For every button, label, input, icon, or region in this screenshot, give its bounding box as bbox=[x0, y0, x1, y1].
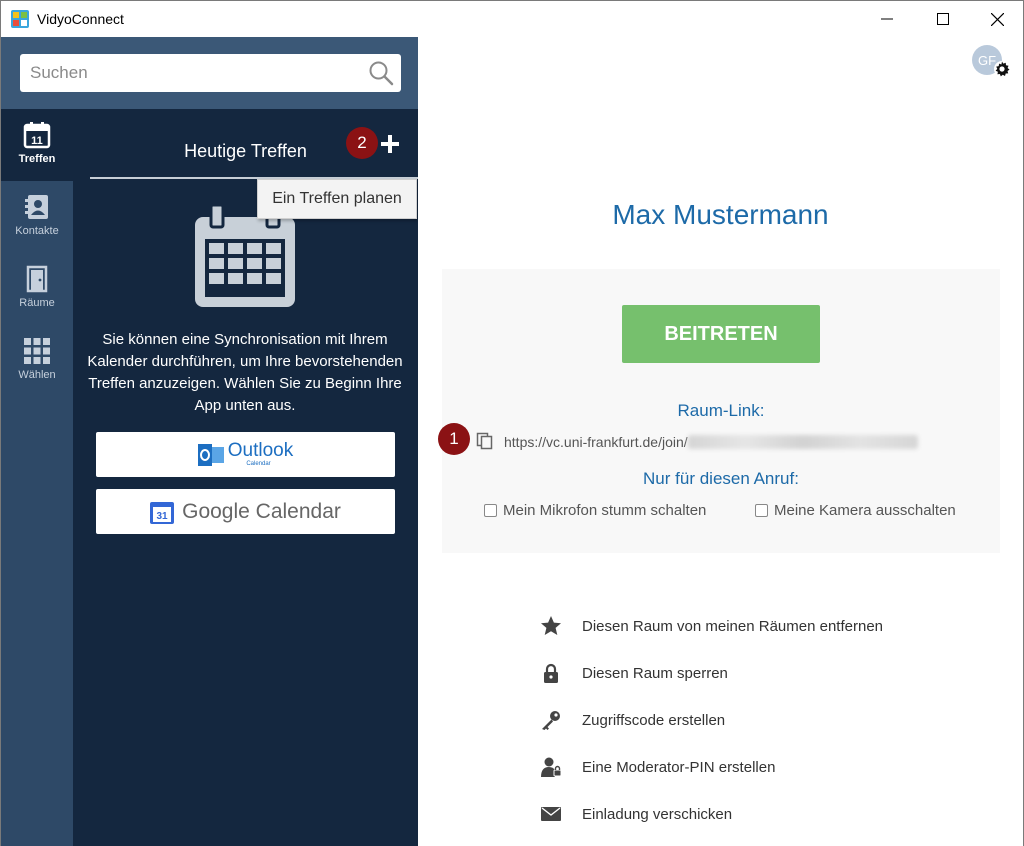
annotation-badge-1: 1 bbox=[438, 423, 470, 455]
maximize-icon bbox=[937, 13, 949, 25]
remove-room-action[interactable]: Diesen Raum von meinen Räumen entfernen bbox=[540, 611, 883, 641]
nav-label: Kontakte bbox=[15, 225, 59, 237]
call-options-label: Nur für diesen Anruf: bbox=[643, 469, 799, 488]
sync-description: Sie können eine Synchronisation mit Ihre… bbox=[87, 331, 403, 414]
checkbox-box[interactable] bbox=[755, 504, 768, 517]
nav-label: Räume bbox=[19, 297, 55, 309]
mail-icon bbox=[541, 807, 561, 821]
nav-rail: 11 Treffen Kontakte Räume Wählen bbox=[1, 109, 73, 846]
mute-mic-label: Mein Mikrofon stumm schalten bbox=[503, 502, 707, 519]
action-label: Diesen Raum von meinen Räumen entfernen bbox=[582, 617, 884, 635]
left-panel: 11 Treffen Kontakte bbox=[1, 37, 418, 846]
app-window: VidyoConnect Suchen 11 Treffen Kontakte … bbox=[0, 0, 1024, 846]
close-button[interactable] bbox=[973, 1, 1021, 37]
google-label: Google Calendar bbox=[182, 499, 341, 523]
outlook-calendar-button[interactable]: Outlook Calendar bbox=[96, 432, 395, 477]
minimize-icon bbox=[881, 18, 893, 20]
action-label: Zugriffscode erstellen bbox=[582, 711, 726, 729]
window-title: VidyoConnect bbox=[37, 11, 124, 27]
room-link-label: Raum-Link: bbox=[677, 401, 765, 420]
room-name: Max Mustermann bbox=[612, 199, 829, 230]
google-calendar-button[interactable]: 31 Google Calendar bbox=[96, 489, 395, 534]
contacts-icon bbox=[25, 195, 48, 219]
close-icon bbox=[990, 12, 1004, 26]
title-bar: VidyoConnect bbox=[1, 1, 1023, 37]
nav-label: Treffen bbox=[18, 153, 56, 165]
room-link-url[interactable]: https://vc.uni-frankfurt.de/join/ bbox=[504, 434, 918, 450]
search-input[interactable] bbox=[20, 54, 360, 92]
calendar-icon: 11 bbox=[23, 122, 51, 149]
action-label: Einladung verschicken bbox=[582, 805, 733, 823]
checkbox-box[interactable] bbox=[484, 504, 497, 517]
add-meeting-tooltip: Ein Treffen planen bbox=[257, 179, 417, 219]
camera-off-checkbox[interactable]: Meine Kamera ausschalten bbox=[755, 502, 956, 519]
search-area bbox=[1, 37, 418, 109]
camera-off-label: Meine Kamera ausschalten bbox=[774, 502, 956, 519]
copy-link-icon[interactable] bbox=[476, 432, 494, 450]
send-invite-action[interactable]: Einladung verschicken bbox=[540, 799, 732, 829]
door-icon bbox=[26, 265, 48, 293]
gear-icon[interactable] bbox=[993, 60, 1011, 78]
nav-item-treffen[interactable]: 11 Treffen bbox=[1, 109, 73, 181]
search-box bbox=[20, 54, 401, 92]
room-link-text: https://vc.uni-frankfurt.de/join/ bbox=[504, 434, 688, 450]
moderator-pin-action[interactable]: Eine Moderator-PIN erstellen bbox=[540, 752, 775, 782]
add-meeting-icon[interactable] bbox=[379, 133, 401, 155]
action-label: Diesen Raum sperren bbox=[582, 664, 728, 682]
key-icon bbox=[542, 711, 560, 730]
meetings-panel: Heutige Treffen 2 Sie können eine Synchr… bbox=[73, 109, 418, 846]
outlook-label: Outlook bbox=[227, 440, 294, 461]
annotation-badge-2: 2 bbox=[346, 127, 378, 159]
dialpad-icon bbox=[24, 338, 50, 364]
access-code-action[interactable]: Zugriffscode erstellen bbox=[540, 705, 725, 735]
redacted-link-part bbox=[687, 435, 918, 449]
lock-room-action[interactable]: Diesen Raum sperren bbox=[540, 658, 728, 688]
main-content: GF Max Mustermann BEITRETEN Raum-Link: 1… bbox=[418, 37, 1023, 846]
vidyo-logo-icon bbox=[11, 10, 29, 28]
lock-icon bbox=[544, 663, 558, 683]
google-calendar-icon: 31 bbox=[150, 501, 175, 524]
nav-label: Wählen bbox=[18, 369, 56, 381]
google-calendar-day: 31 bbox=[157, 511, 169, 522]
outlook-sublabel: Calendar bbox=[246, 461, 271, 467]
star-icon bbox=[541, 616, 561, 635]
minimize-button[interactable] bbox=[863, 1, 911, 37]
search-icon[interactable] bbox=[368, 60, 394, 86]
svg-text:11: 11 bbox=[31, 135, 43, 147]
join-button[interactable]: BEITRETEN bbox=[622, 305, 820, 363]
mute-mic-checkbox[interactable]: Mein Mikrofon stumm schalten bbox=[484, 502, 706, 519]
nav-item-waehlen[interactable]: Wählen bbox=[1, 325, 73, 397]
outlook-icon bbox=[197, 443, 224, 466]
nav-item-kontakte[interactable]: Kontakte bbox=[1, 181, 73, 253]
moderator-icon bbox=[541, 757, 562, 777]
maximize-button[interactable] bbox=[919, 1, 967, 37]
room-card: BEITRETEN Raum-Link: 1 https://vc.uni-fr… bbox=[438, 269, 1000, 553]
action-label: Eine Moderator-PIN erstellen bbox=[582, 758, 776, 776]
nav-item-raeume[interactable]: Räume bbox=[1, 253, 73, 325]
